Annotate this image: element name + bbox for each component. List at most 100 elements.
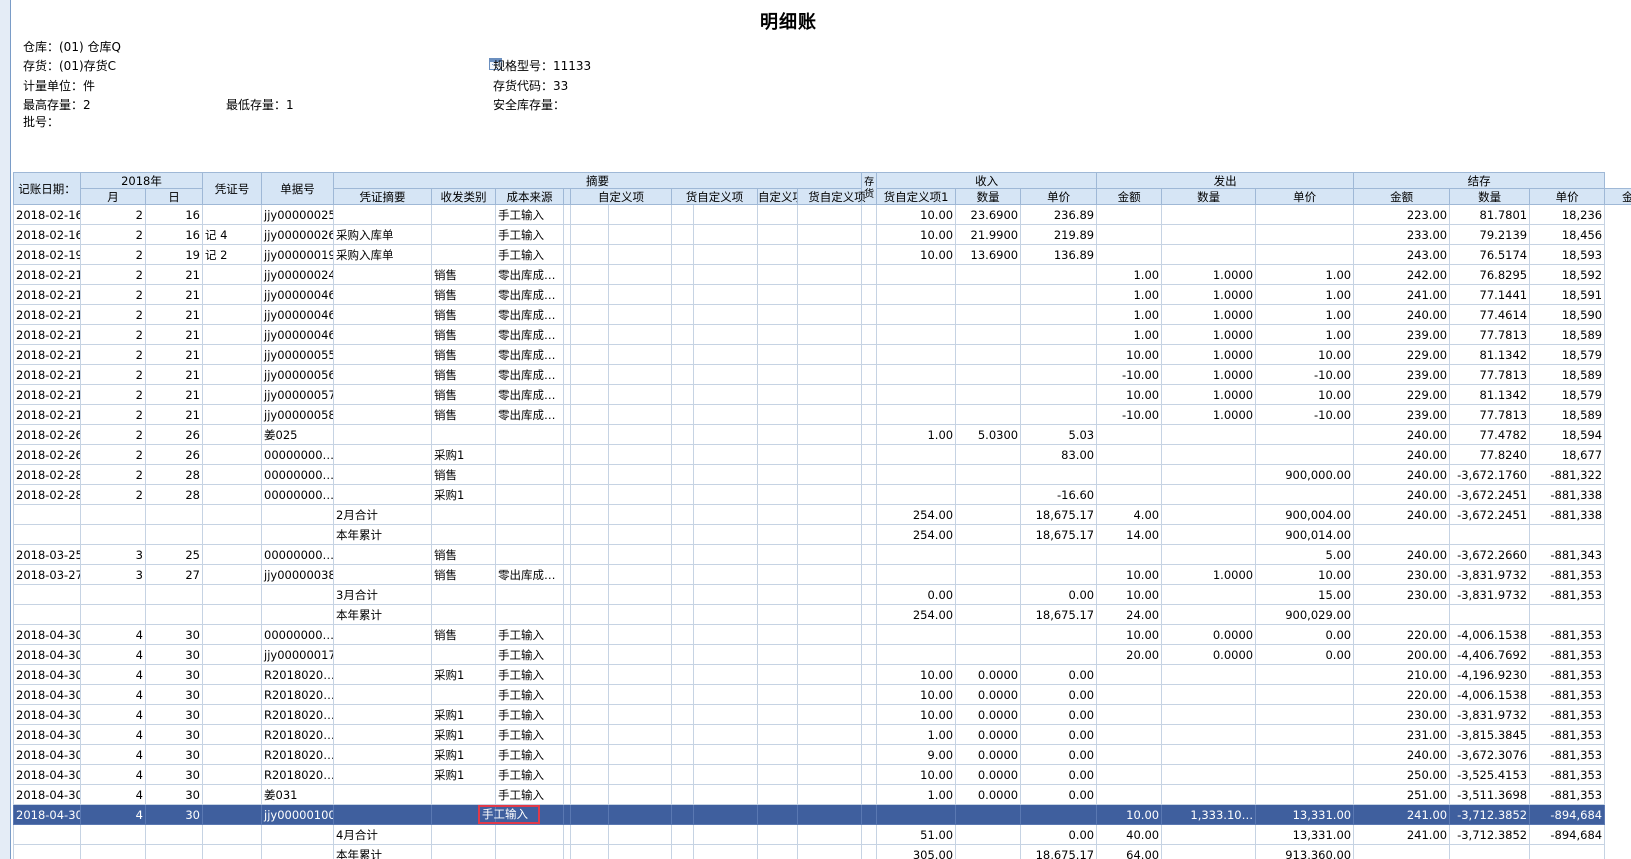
- cell-qty-in[interactable]: 0.00: [876, 584, 957, 605]
- cell-amount-bal[interactable]: -881,338: [1529, 504, 1606, 525]
- cell-amount-out[interactable]: 10.00: [1255, 344, 1355, 365]
- cell-amount-in[interactable]: [1020, 384, 1098, 405]
- cell-empty[interactable]: [861, 324, 878, 345]
- cell-qty-out[interactable]: -10.00: [1096, 364, 1163, 385]
- cell-doc-no[interactable]: jjy00000055: [261, 344, 334, 365]
- cell-cost-source[interactable]: [495, 464, 564, 485]
- table-row[interactable]: 2018-02-28 2 28 00000000… 采购1 -16.60 240.00 -3,…: [13, 484, 1631, 505]
- cell-price-in[interactable]: [955, 324, 1022, 345]
- cell-empty[interactable]: [861, 684, 878, 705]
- cell-empty[interactable]: [570, 424, 609, 445]
- cell-amount-out[interactable]: [1255, 764, 1355, 785]
- cell-amount-bal[interactable]: -881,353: [1529, 764, 1606, 785]
- cell-cost-source[interactable]: [495, 504, 564, 525]
- cell-month[interactable]: 4: [80, 724, 146, 745]
- cell-empty[interactable]: [861, 384, 878, 405]
- cell-type[interactable]: [431, 784, 496, 805]
- cell-amount-out[interactable]: [1255, 724, 1355, 745]
- cell-date[interactable]: [13, 504, 81, 525]
- cell-empty[interactable]: [757, 384, 798, 405]
- cell-amount-bal[interactable]: -881,338: [1529, 484, 1606, 505]
- cell-empty[interactable]: [796, 604, 863, 625]
- cell-price-in[interactable]: [955, 364, 1022, 385]
- cell-amount-bal[interactable]: 18,236: [1529, 204, 1606, 225]
- cell-empty[interactable]: [608, 204, 672, 225]
- cell-day[interactable]: 30: [145, 624, 203, 645]
- cell-amount-out[interactable]: 900,004.00: [1255, 504, 1355, 525]
- cell-qty-out[interactable]: [1096, 764, 1163, 785]
- cell-doc-no[interactable]: 00000000…: [261, 624, 334, 645]
- cell-price-bal[interactable]: 81.1342: [1449, 384, 1531, 405]
- cell-price-bal[interactable]: -4,406.7692: [1449, 644, 1531, 665]
- cell-type[interactable]: 销售: [431, 364, 496, 385]
- cell-qty-bal[interactable]: 230.00: [1353, 584, 1451, 605]
- cell-empty[interactable]: [861, 784, 878, 805]
- cell-empty[interactable]: [671, 544, 694, 565]
- cell-price-bal[interactable]: -3,672.2451: [1449, 504, 1531, 525]
- cell-amount-in[interactable]: 0.00: [1020, 704, 1098, 725]
- cell-price-in[interactable]: [955, 524, 1022, 545]
- cell-amount-bal[interactable]: -881,353: [1529, 704, 1606, 725]
- cell-empty[interactable]: [671, 624, 694, 645]
- cell-empty[interactable]: [861, 464, 878, 485]
- cell-empty[interactable]: [671, 464, 694, 485]
- cell-empty[interactable]: [570, 324, 609, 345]
- cell-qty-out[interactable]: [1096, 684, 1163, 705]
- cell-amount-out[interactable]: 1.00: [1255, 284, 1355, 305]
- cell-day[interactable]: [145, 584, 203, 605]
- cell-voucher-summary[interactable]: [333, 644, 432, 665]
- cell-empty[interactable]: [671, 384, 694, 405]
- cell-empty[interactable]: [608, 444, 672, 465]
- cell-empty[interactable]: [608, 424, 672, 445]
- cell-price-in[interactable]: [955, 804, 1022, 825]
- cell-empty[interactable]: [570, 744, 609, 765]
- cell-price-out[interactable]: [1161, 424, 1257, 445]
- cell-price-bal[interactable]: -3,672.2451: [1449, 484, 1531, 505]
- cell-qty-in[interactable]: 10.00: [876, 204, 957, 225]
- cell-empty[interactable]: [861, 344, 878, 365]
- cell-empty[interactable]: [757, 484, 798, 505]
- cell-amount-bal[interactable]: [1529, 524, 1606, 545]
- cell-qty-in[interactable]: [876, 804, 957, 825]
- cell-doc-no[interactable]: R2018020…: [261, 704, 334, 725]
- cell-qty-bal[interactable]: [1353, 844, 1451, 859]
- cell-price-in[interactable]: [955, 564, 1022, 585]
- cell-voucher-summary[interactable]: [333, 424, 432, 445]
- cell-type[interactable]: 销售: [431, 464, 496, 485]
- cell-empty[interactable]: [608, 724, 672, 745]
- cell-date[interactable]: 2018-02-21: [13, 304, 81, 325]
- cell-empty[interactable]: [563, 484, 571, 505]
- cell-empty[interactable]: [861, 564, 878, 585]
- cell-empty[interactable]: [796, 404, 863, 425]
- cell-month[interactable]: 3: [80, 544, 146, 565]
- cell-empty[interactable]: [563, 524, 571, 545]
- cell-month[interactable]: 4: [80, 704, 146, 725]
- cell-empty[interactable]: [671, 724, 694, 745]
- cell-month[interactable]: 2: [80, 384, 146, 405]
- cell-empty[interactable]: [796, 264, 863, 285]
- cell-empty[interactable]: [608, 324, 672, 345]
- table-row[interactable]: 2018-02-28 2 28 00000000… 销售 900,000.00 240.00…: [13, 464, 1631, 485]
- table-row[interactable]: 本年累计 254.00 18,675.17 24.00 900,029.00: [13, 604, 1631, 625]
- cell-empty[interactable]: [757, 444, 798, 465]
- cell-day[interactable]: 30: [145, 724, 203, 745]
- cell-empty[interactable]: [693, 764, 758, 785]
- cell-type[interactable]: 采购1: [431, 664, 496, 685]
- cell-voucher-no[interactable]: [202, 484, 262, 505]
- cell-price-bal[interactable]: 79.2139: [1449, 224, 1531, 245]
- cell-cost-source[interactable]: [495, 844, 564, 859]
- cell-amount-out[interactable]: 913,360.00: [1255, 844, 1355, 859]
- cell-empty[interactable]: [693, 204, 758, 225]
- cell-day[interactable]: 28: [145, 484, 203, 505]
- cell-qty-out[interactable]: 4.00: [1096, 504, 1163, 525]
- cell-price-bal[interactable]: 81.7801: [1449, 204, 1531, 225]
- table-row[interactable]: 2018-04-30 4 30 R2018020… 采购1 手工输入 10.00 0.0000…: [13, 704, 1631, 725]
- cell-empty[interactable]: [861, 524, 878, 545]
- cell-doc-no[interactable]: R2018020…: [261, 684, 334, 705]
- cell-price-out[interactable]: 0.0000: [1161, 644, 1257, 665]
- cell-empty[interactable]: [796, 484, 863, 505]
- cell-qty-bal[interactable]: 239.00: [1353, 364, 1451, 385]
- cell-day[interactable]: 16: [145, 204, 203, 225]
- cell-cost-source[interactable]: 零出库成…: [495, 384, 564, 405]
- cell-empty[interactable]: [570, 544, 609, 565]
